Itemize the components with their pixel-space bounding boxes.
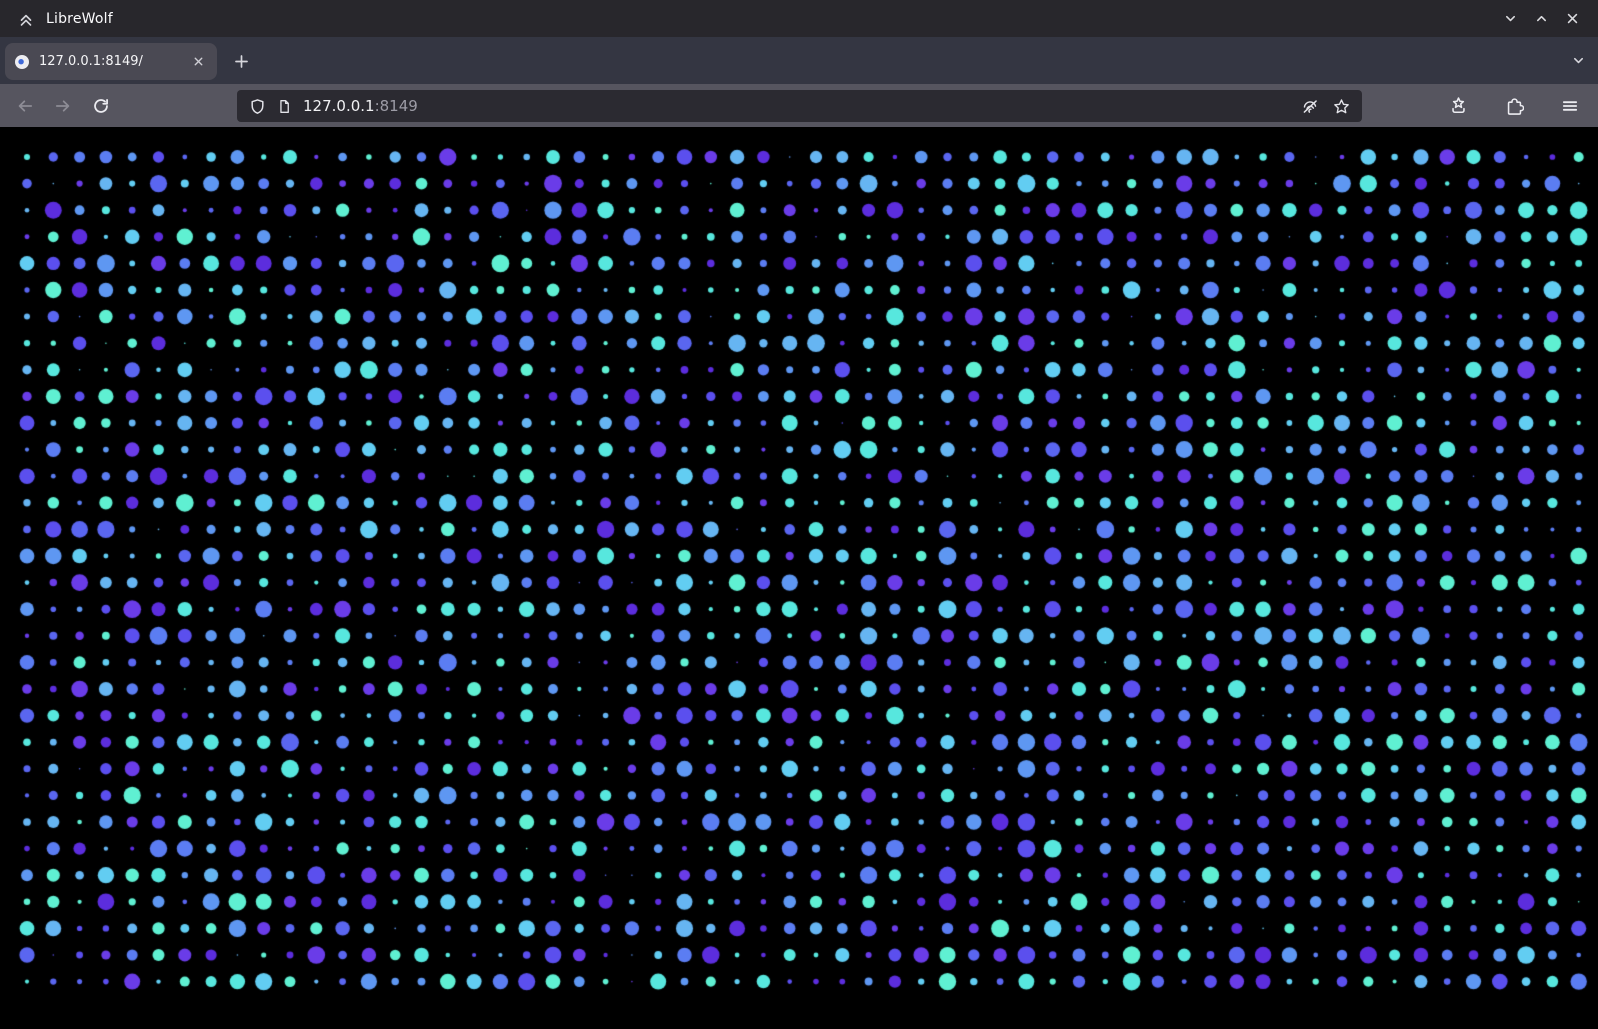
reload-button[interactable] [85, 90, 117, 122]
toolbar-right-buttons [1442, 84, 1586, 127]
browser-viewport [0, 127, 1598, 1029]
bookmarks-menu-button[interactable] [1442, 90, 1474, 122]
minimize-button[interactable] [1498, 7, 1522, 31]
url-text: 127.0.0.1:8149 [303, 97, 418, 115]
tab-close-icon[interactable] [188, 52, 208, 72]
window-titlebar: LibreWolf [0, 0, 1598, 37]
new-tab-button[interactable] [225, 45, 257, 77]
dot-grid-canvas [0, 127, 1598, 1029]
maximize-button[interactable] [1529, 7, 1553, 31]
urlbar-action-icons [1301, 97, 1350, 115]
app-menu-hamburger-icon[interactable] [1554, 90, 1586, 122]
active-tab[interactable]: 127.0.0.1:8149/ [5, 43, 217, 80]
bookmark-star-icon[interactable] [1333, 98, 1350, 115]
extensions-puzzle-icon[interactable] [1498, 90, 1530, 122]
window-controls [1498, 7, 1588, 31]
navigation-toolbar: 127.0.0.1:8149 [0, 84, 1598, 127]
tracking-protection-shield-icon[interactable] [249, 98, 266, 115]
double-chevron-up-icon[interactable] [17, 10, 35, 28]
url-bar[interactable]: 127.0.0.1:8149 [237, 90, 1362, 122]
page-info-icon[interactable] [277, 99, 292, 114]
url-port: :8149 [375, 97, 418, 115]
favicon-icon [14, 54, 30, 70]
back-button[interactable] [9, 90, 41, 122]
fingerprint-protection-icon[interactable] [1301, 97, 1319, 115]
url-host: 127.0.0.1 [303, 97, 375, 115]
forward-button[interactable] [47, 90, 79, 122]
close-window-button[interactable] [1560, 7, 1584, 31]
tab-bar: 127.0.0.1:8149/ [0, 37, 1598, 84]
tab-label: 127.0.0.1:8149/ [39, 54, 179, 69]
window-title: LibreWolf [46, 11, 113, 27]
list-all-tabs-button[interactable] [1566, 49, 1590, 73]
